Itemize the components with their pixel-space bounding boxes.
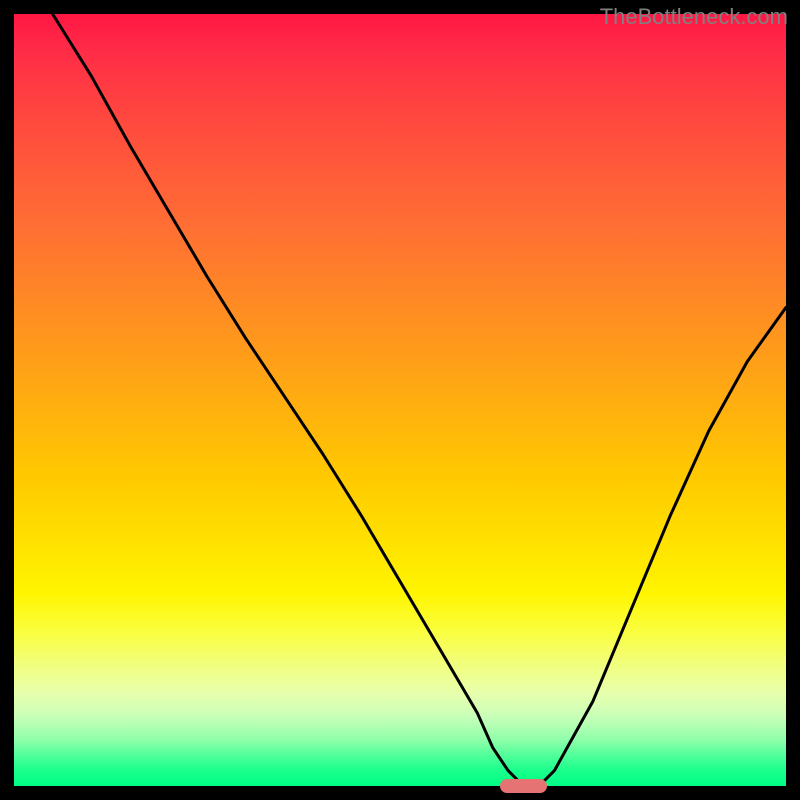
chart-plot-area: [14, 14, 786, 786]
chart-marker: [500, 779, 546, 793]
watermark-text: TheBottleneck.com: [600, 4, 788, 30]
chart-curve: [14, 14, 786, 786]
